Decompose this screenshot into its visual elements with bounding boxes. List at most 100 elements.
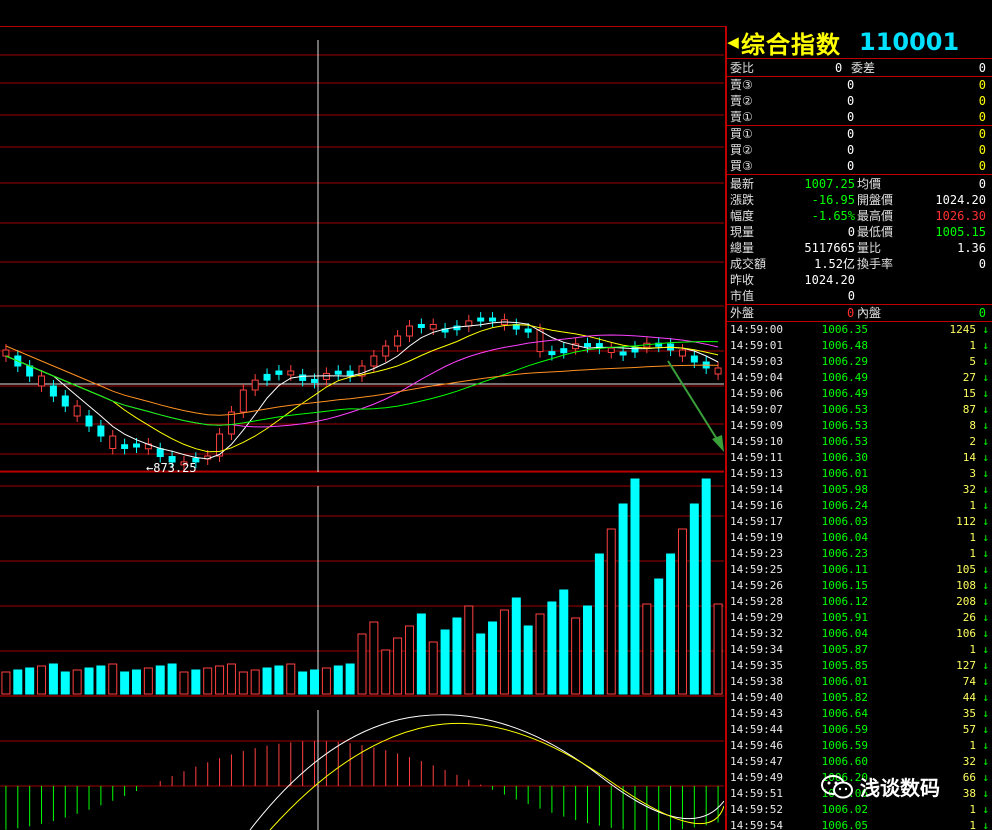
tick-volume: 44 — [962, 691, 976, 704]
down-arrow-icon: ↓ — [982, 435, 989, 448]
tick-time: 14:59:09 — [730, 419, 783, 432]
kline-chart-svg[interactable]: ←873.25 — [0, 26, 724, 830]
candle-body — [631, 346, 639, 353]
volume-bar — [677, 528, 687, 695]
bid-section: 買① 0 0 買② 0 0 買③ 0 0 — [727, 125, 992, 174]
tick-volume: 66 — [962, 771, 976, 784]
stat-value: 0 — [847, 225, 855, 239]
volume-bar — [298, 671, 308, 695]
tick-time: 14:59:52 — [730, 803, 783, 816]
bid-volume: 0 — [978, 127, 986, 141]
volume-bar — [286, 663, 296, 695]
volume-bar — [499, 609, 509, 695]
outer-inner-volume-row: 外盤 0 內盤 0 — [727, 304, 992, 321]
tick-volume: 32 — [962, 755, 976, 768]
tick-price: 1006.15 — [821, 579, 868, 592]
tick-volume: 108 — [956, 579, 976, 592]
kline-chart-area[interactable]: ←873.25 — [0, 26, 724, 830]
candle-body — [536, 329, 544, 353]
prev-stock-icon[interactable]: ◀ — [727, 33, 739, 51]
tick-price: 1006.53 — [821, 419, 868, 432]
candle-body — [263, 373, 271, 381]
stat-label: 總量 — [730, 241, 755, 255]
stat-label: 幅度 — [730, 209, 755, 223]
down-arrow-icon: ↓ — [982, 627, 989, 640]
tick-price: 1006.12 — [821, 595, 868, 608]
down-arrow-icon: ↓ — [982, 371, 989, 384]
tick-volume: 87 — [962, 403, 976, 416]
bid-label: 買② — [730, 143, 753, 157]
candle-body — [489, 317, 497, 322]
volume-bar — [428, 641, 438, 695]
down-arrow-icon: ↓ — [982, 387, 989, 400]
stat-label: 量比 — [857, 241, 882, 255]
candle-body — [370, 355, 378, 367]
tick-row: 14:59:07 1006.53 87 ↓ — [727, 402, 992, 418]
volume-bar — [642, 603, 652, 695]
tick-price: 1006.02 — [821, 803, 868, 816]
volume-bar — [238, 671, 248, 695]
ask-volume: 0 — [978, 94, 986, 108]
tick-time: 14:59:07 — [730, 403, 783, 416]
stat-label: 成交額 — [730, 257, 767, 271]
tick-row: 14:59:43 1006.64 35 ↓ — [727, 706, 992, 722]
volume-bar — [440, 629, 450, 695]
tick-price: 1006.64 — [821, 707, 868, 720]
tick-volume: 5 — [969, 355, 976, 368]
volume-bar — [571, 617, 581, 695]
tick-list[interactable]: 14:59:00 1006.35 1245 ↓ 14:59:01 1006.48 1 ↓ 14:… — [727, 321, 992, 830]
volume-bar — [96, 665, 106, 695]
candle-body — [2, 349, 10, 357]
tick-row: 14:59:19 1006.04 1 ↓ — [727, 530, 992, 546]
tick-volume: 1 — [969, 739, 976, 752]
volume-bar — [203, 667, 213, 695]
volume-bar — [523, 625, 533, 695]
tick-volume: 1245 — [949, 323, 977, 336]
tick-time: 14:59:46 — [730, 739, 783, 752]
candle-body — [85, 415, 93, 427]
volume-bar — [393, 637, 403, 695]
candle-body — [239, 389, 247, 413]
down-arrow-icon: ↓ — [982, 707, 989, 720]
stat-value: 1026.30 — [935, 209, 986, 223]
down-arrow-icon: ↓ — [982, 723, 989, 736]
candle-body — [382, 345, 390, 357]
volume-bar — [630, 478, 640, 695]
tick-price: 1006.23 — [821, 547, 868, 560]
down-arrow-icon: ↓ — [982, 595, 989, 608]
candle-body — [678, 349, 686, 357]
down-arrow-icon: ↓ — [982, 739, 989, 752]
tick-time: 14:59:11 — [730, 451, 783, 464]
down-arrow-icon: ↓ — [982, 467, 989, 480]
volume-bar — [250, 669, 260, 695]
down-arrow-icon: ↓ — [982, 339, 989, 352]
stat-value: 1024.20 — [804, 273, 855, 287]
tick-volume: 35 — [962, 707, 976, 720]
volume-bar — [226, 663, 236, 695]
tick-price: 1005.82 — [821, 691, 868, 704]
stat-label: 漲跌 — [730, 193, 755, 207]
tick-row: 14:59:35 1005.85 127 ↓ — [727, 658, 992, 674]
tick-price: 1006.48 — [821, 339, 868, 352]
weibi-value: 0 — [835, 61, 843, 75]
tick-row: 14:59:09 1006.53 8 ↓ — [727, 418, 992, 434]
candle-body — [132, 443, 140, 448]
down-arrow-icon: ↓ — [982, 355, 989, 368]
ask-row: 賣② 0 0 — [727, 93, 992, 109]
tick-time: 14:59:10 — [730, 435, 783, 448]
volume-bar — [618, 503, 628, 695]
tick-time: 14:59:03 — [730, 355, 783, 368]
volume-bar — [262, 667, 272, 695]
volume-bar — [345, 663, 355, 695]
volume-bar — [1, 671, 11, 695]
quote-stat-row: 現量 0 最低價 1005.15 — [727, 224, 992, 240]
neipan-label: 內盤 — [857, 306, 882, 320]
quote-stat-row: 成交額 1.52亿 換手率 0 — [727, 256, 992, 272]
volume-bar — [191, 669, 201, 695]
candle-body — [275, 370, 283, 375]
ask-price: 0 — [847, 110, 855, 124]
tick-time: 14:59:14 — [730, 483, 783, 496]
tick-price: 1006.05 — [821, 819, 868, 830]
candle-body — [109, 435, 117, 449]
tick-row: 14:59:14 1005.98 32 ↓ — [727, 482, 992, 498]
